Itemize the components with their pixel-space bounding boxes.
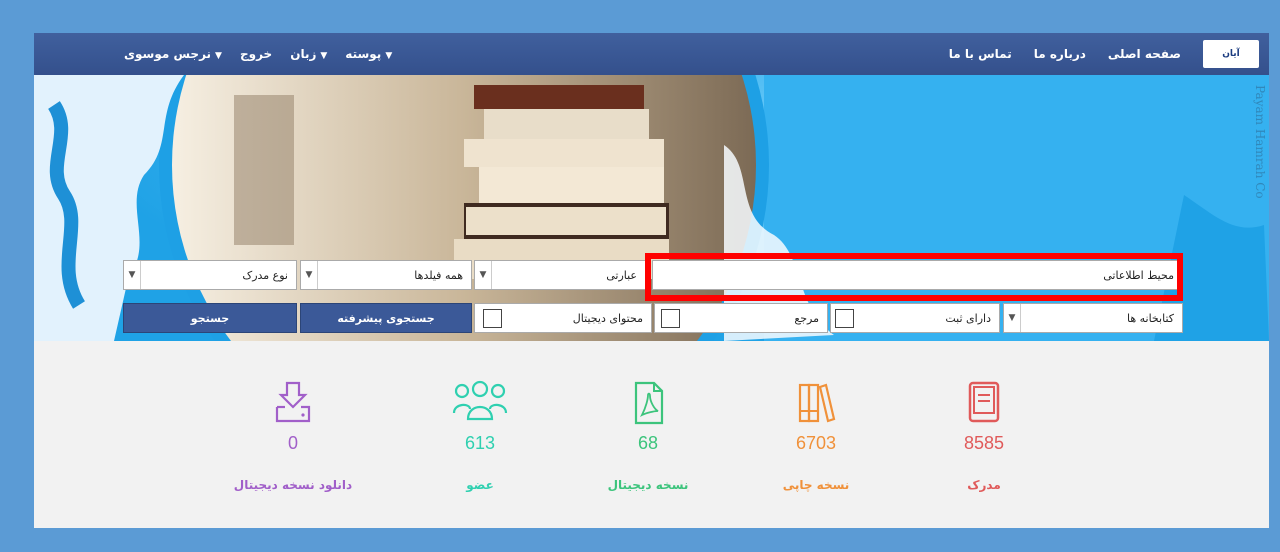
stat-print-copies-value: 6703: [795, 433, 837, 453]
reference-label: مرجع: [794, 311, 819, 325]
stat-downloads-label: دانلود نسخه دیجیتال: [233, 478, 353, 492]
nav-about-link[interactable]: درباره ما: [1034, 47, 1086, 61]
chevron-down-icon: ▼: [320, 51, 328, 61]
digital-content-checkbox[interactable]: [483, 309, 502, 328]
fields-value: همه فیلدها: [414, 268, 463, 282]
nav-home-link[interactable]: صفحه اصلی: [1108, 47, 1181, 61]
nav-contact-link[interactable]: تماس با ما: [949, 47, 1012, 61]
document-icon: [968, 381, 1000, 423]
language-menu[interactable]: زبان ▼: [290, 47, 327, 61]
hero-banner: Payam Hamrah Co: [34, 75, 1269, 341]
top-navbar: آیان صفحه اصلی درباره ما تماس با ما نرجس…: [34, 33, 1269, 75]
stat-downloads-value: 0: [287, 433, 298, 453]
stat-print-copies[interactable]: 6703 نسخه چاپی: [756, 379, 876, 492]
stat-downloads[interactable]: 0 دانلود نسخه دیجیتال: [233, 379, 353, 492]
stat-documents-label: مدرک: [967, 478, 1001, 492]
stat-documents-value: 8585: [963, 433, 1005, 453]
stat-print-copies-label: نسخه چاپی: [782, 478, 850, 492]
stat-members[interactable]: 613 عضو: [420, 379, 540, 492]
app-frame: آیان صفحه اصلی درباره ما تماس با ما نرجس…: [34, 33, 1269, 528]
stat-digital-copies-label: نسخه دیجیتال: [607, 478, 689, 492]
brand-logo-text: آیان: [1222, 49, 1240, 59]
hero-background-illustration: [34, 75, 1269, 341]
language-menu-label: زبان: [290, 47, 317, 61]
chevron-down-icon: ▼: [215, 51, 222, 61]
match-type-value: عبارتی: [606, 268, 637, 282]
search-input[interactable]: محیط اطلاعاتی: [652, 260, 1183, 290]
match-type-select[interactable]: عبارتی ▼: [474, 260, 646, 290]
nav-right-group: آیان صفحه اصلی درباره ما تماس با ما: [949, 33, 1259, 75]
theme-menu[interactable]: پوسته ▼: [345, 47, 392, 61]
libraries-select[interactable]: کتابخانه ها ▼: [1003, 303, 1183, 333]
logout-link[interactable]: خروج: [240, 47, 272, 61]
theme-menu-label: پوسته: [345, 47, 382, 61]
stat-documents[interactable]: 8585 مدرک: [924, 379, 1044, 492]
search-button[interactable]: جستجو: [123, 303, 297, 333]
chevron-down-icon: ▼: [1004, 304, 1021, 332]
chevron-down-icon: ▼: [124, 261, 141, 289]
digital-content-label: محتوای دیجیتال: [572, 311, 643, 325]
has-record-label: دارای ثبت: [945, 311, 991, 325]
libraries-value: کتابخانه ها: [1126, 311, 1174, 325]
user-menu-label: نرجس موسوی: [124, 47, 212, 61]
fields-select[interactable]: همه فیلدها ▼: [300, 260, 472, 290]
reference-checkbox[interactable]: [661, 309, 680, 328]
hero-side-caption: Payam Hamrah Co: [1253, 85, 1267, 199]
reference-field: مرجع: [654, 303, 828, 333]
doc-type-select[interactable]: نوع مدرک ▼: [123, 260, 297, 290]
user-menu[interactable]: نرجس موسوی ▼: [124, 47, 222, 61]
stat-members-value: 613: [464, 433, 496, 453]
chevron-down-icon: ▼: [301, 261, 318, 289]
stats-section: 8585 مدرک 6703 نسخه چاپی 68 نسخه دیجیتال: [34, 341, 1269, 528]
has-record-field: دارای ثبت: [830, 303, 1000, 333]
doc-type-value: نوع مدرک: [242, 268, 288, 282]
download-icon: [275, 381, 311, 423]
stat-members-label: عضو: [466, 478, 494, 492]
stat-digital-copies-value: 68: [637, 433, 659, 453]
pdf-file-icon: [634, 381, 664, 425]
brand-logo[interactable]: آیان: [1203, 40, 1259, 68]
books-icon: [798, 383, 836, 423]
users-icon: [452, 380, 508, 421]
stat-digital-copies[interactable]: 68 نسخه دیجیتال: [588, 379, 708, 492]
nav-left-group: نرجس موسوی ▼ خروج زبان ▼ پوسته ▼: [124, 33, 392, 75]
search-input-value: محیط اطلاعاتی: [1103, 268, 1174, 282]
has-record-checkbox[interactable]: [835, 309, 854, 328]
chevron-down-icon: ▼: [385, 51, 393, 61]
advanced-search-button[interactable]: جستجوی پیشرفته: [300, 303, 472, 333]
chevron-down-icon: ▼: [475, 261, 492, 289]
